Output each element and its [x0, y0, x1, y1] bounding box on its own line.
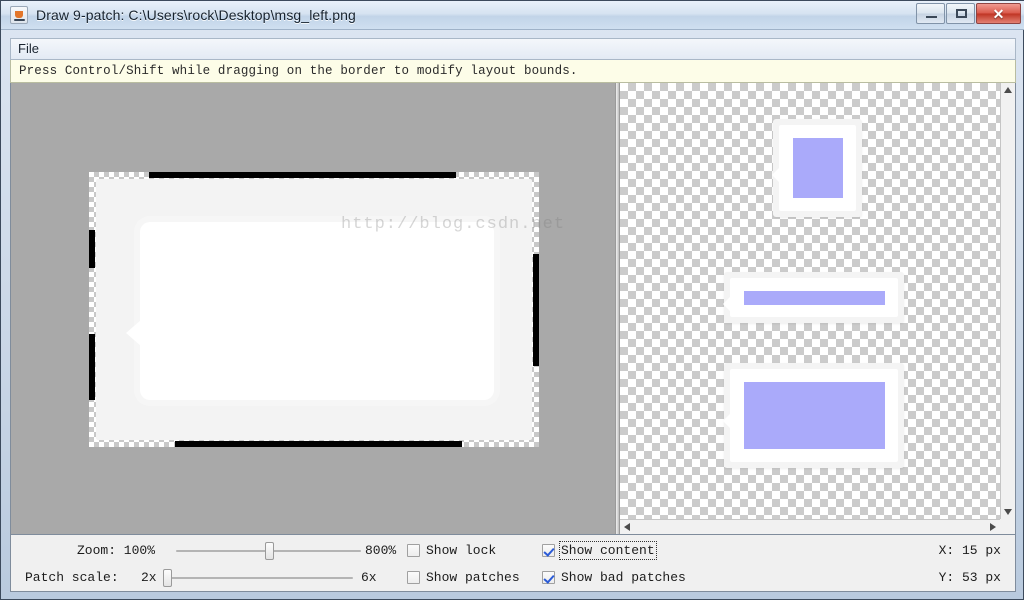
patch-scale-min-label: 2x	[141, 570, 157, 585]
stretch-marker-left-upper[interactable]	[89, 230, 95, 268]
preview-bubble-horizontal	[723, 272, 904, 323]
cursor-x-readout: X: 15 px	[938, 543, 1001, 558]
checkbox-label: Show bad patches	[561, 570, 686, 585]
preview-bubble-inner	[772, 125, 856, 211]
checkbox-label: Show lock	[426, 543, 497, 558]
control-row-zoom: Zoom: 100% 800% Show lock Show content X…	[11, 537, 1015, 564]
preview-bubble-tail-icon	[772, 167, 780, 183]
preview-bubble-tail-icon	[723, 296, 731, 312]
preview-bubble-tail-icon	[723, 413, 731, 429]
patch-scale-slider-thumb[interactable]	[162, 569, 172, 587]
control-row-patch-scale: Patch scale: 2x 6x Show patches Show bad…	[11, 564, 1015, 591]
window-controls: ✕	[916, 3, 1021, 24]
minimize-button[interactable]	[916, 3, 945, 24]
cursor-y-readout: Y: 53 px	[938, 570, 1001, 585]
scrollbar-corner	[1000, 519, 1015, 534]
checkbox-label: Show patches	[426, 570, 520, 585]
bubble-tail-shape	[126, 320, 141, 346]
window-title: Draw 9-patch: C:\Users\rock\Desktop\msg_…	[36, 7, 356, 23]
scroll-left-icon[interactable]	[624, 523, 630, 531]
maximize-button[interactable]	[946, 3, 975, 24]
ninepatch-body	[96, 179, 532, 440]
minimize-icon	[926, 16, 937, 18]
content-marker-bottom[interactable]	[175, 441, 462, 447]
patch-scale-label: Patch scale:	[25, 570, 119, 585]
stretch-marker-left-lower[interactable]	[89, 334, 95, 400]
menu-item-file[interactable]: File	[11, 39, 47, 59]
preview-horizontal-scrollbar[interactable]	[620, 519, 1000, 534]
checkbox-show-bad-patches[interactable]: Show bad patches	[542, 570, 686, 585]
preview-content-fill	[744, 291, 885, 305]
ninepatch-content-area	[126, 222, 494, 400]
checkbox-show-content[interactable]: Show content	[542, 541, 657, 560]
application-window: Draw 9-patch: C:\Users\rock\Desktop\msg_…	[0, 0, 1024, 600]
title-bar: Draw 9-patch: C:\Users\rock\Desktop\msg_…	[1, 1, 1024, 30]
patch-scale-slider[interactable]	[162, 568, 353, 588]
zoom-slider[interactable]	[176, 541, 361, 561]
scroll-up-icon[interactable]	[1004, 87, 1012, 93]
checkbox-box[interactable]	[407, 571, 420, 584]
menu-bar: File	[10, 38, 1016, 60]
maximize-icon	[956, 9, 967, 18]
zoom-slider-thumb[interactable]	[264, 542, 274, 560]
scroll-down-icon[interactable]	[1004, 509, 1012, 515]
stretch-marker-top[interactable]	[149, 172, 456, 178]
close-icon: ✕	[992, 6, 1005, 22]
preview-bubble-inner	[723, 278, 898, 317]
preview-bubble-vertical	[772, 119, 862, 217]
patch-scale-slider-track[interactable]	[163, 577, 353, 579]
patch-scale-max-label: 6x	[361, 570, 377, 585]
checkbox-show-patches[interactable]: Show patches	[407, 570, 520, 585]
ninepatch-image[interactable]	[89, 172, 539, 447]
checkbox-label: Show content	[559, 541, 657, 560]
main-split-pane: http://blog.csdn.net	[10, 83, 1016, 535]
content-marker-right[interactable]	[533, 254, 539, 366]
preview-vertical-scrollbar[interactable]	[1000, 83, 1015, 519]
preview-bubble-inner	[723, 369, 898, 462]
preview-bubble-both	[723, 363, 904, 468]
info-bar: Press Control/Shift while dragging on th…	[10, 60, 1016, 83]
java-coffee-cup-icon	[10, 6, 28, 24]
preview-pane	[620, 83, 1015, 534]
info-bar-message: Press Control/Shift while dragging on th…	[19, 64, 578, 78]
zoom-label: Zoom: 100%	[77, 543, 156, 558]
ninepatch-editor-canvas[interactable]: http://blog.csdn.net	[11, 83, 615, 534]
preview-content-fill	[793, 138, 843, 198]
checkbox-box[interactable]	[542, 571, 555, 584]
preview-content-fill	[744, 382, 885, 449]
close-button[interactable]: ✕	[976, 3, 1021, 24]
checkbox-show-lock[interactable]: Show lock	[407, 543, 496, 558]
control-panel: Zoom: 100% 800% Show lock Show content X…	[10, 535, 1016, 592]
scroll-right-icon[interactable]	[990, 523, 996, 531]
checkbox-box[interactable]	[542, 544, 555, 557]
checkbox-box[interactable]	[407, 544, 420, 557]
zoom-max-label: 800%	[365, 543, 397, 558]
preview-canvas	[620, 83, 1000, 519]
